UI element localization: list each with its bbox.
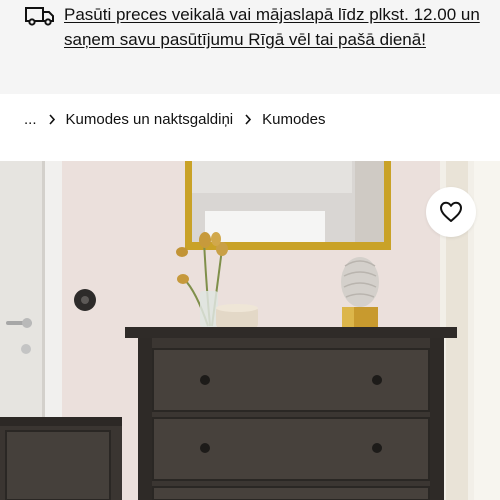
breadcrumb-ellipsis[interactable]: ... <box>24 111 37 128</box>
chevron-right-icon <box>245 113 252 125</box>
breadcrumb: ... Kumodes un naktsgaldiņi Kumodes <box>0 94 500 144</box>
chevron-right-icon <box>48 113 55 125</box>
delivery-truck-icon <box>25 7 54 26</box>
add-to-favorites-button[interactable] <box>426 187 476 237</box>
product-photo-dresser <box>0 161 500 500</box>
breadcrumb-item-drawers[interactable]: Kumodes <box>262 111 325 128</box>
heart-icon <box>440 201 462 222</box>
breadcrumb-item-drawers-nightstands[interactable]: Kumodes un naktsgaldiņi <box>66 111 234 128</box>
product-image[interactable] <box>0 161 500 500</box>
delivery-banner: Pasūti preces veikalā vai mājaslapā līdz… <box>0 0 500 94</box>
delivery-info-link[interactable]: Pasūti preces veikalā vai mājaslapā līdz… <box>64 2 484 52</box>
